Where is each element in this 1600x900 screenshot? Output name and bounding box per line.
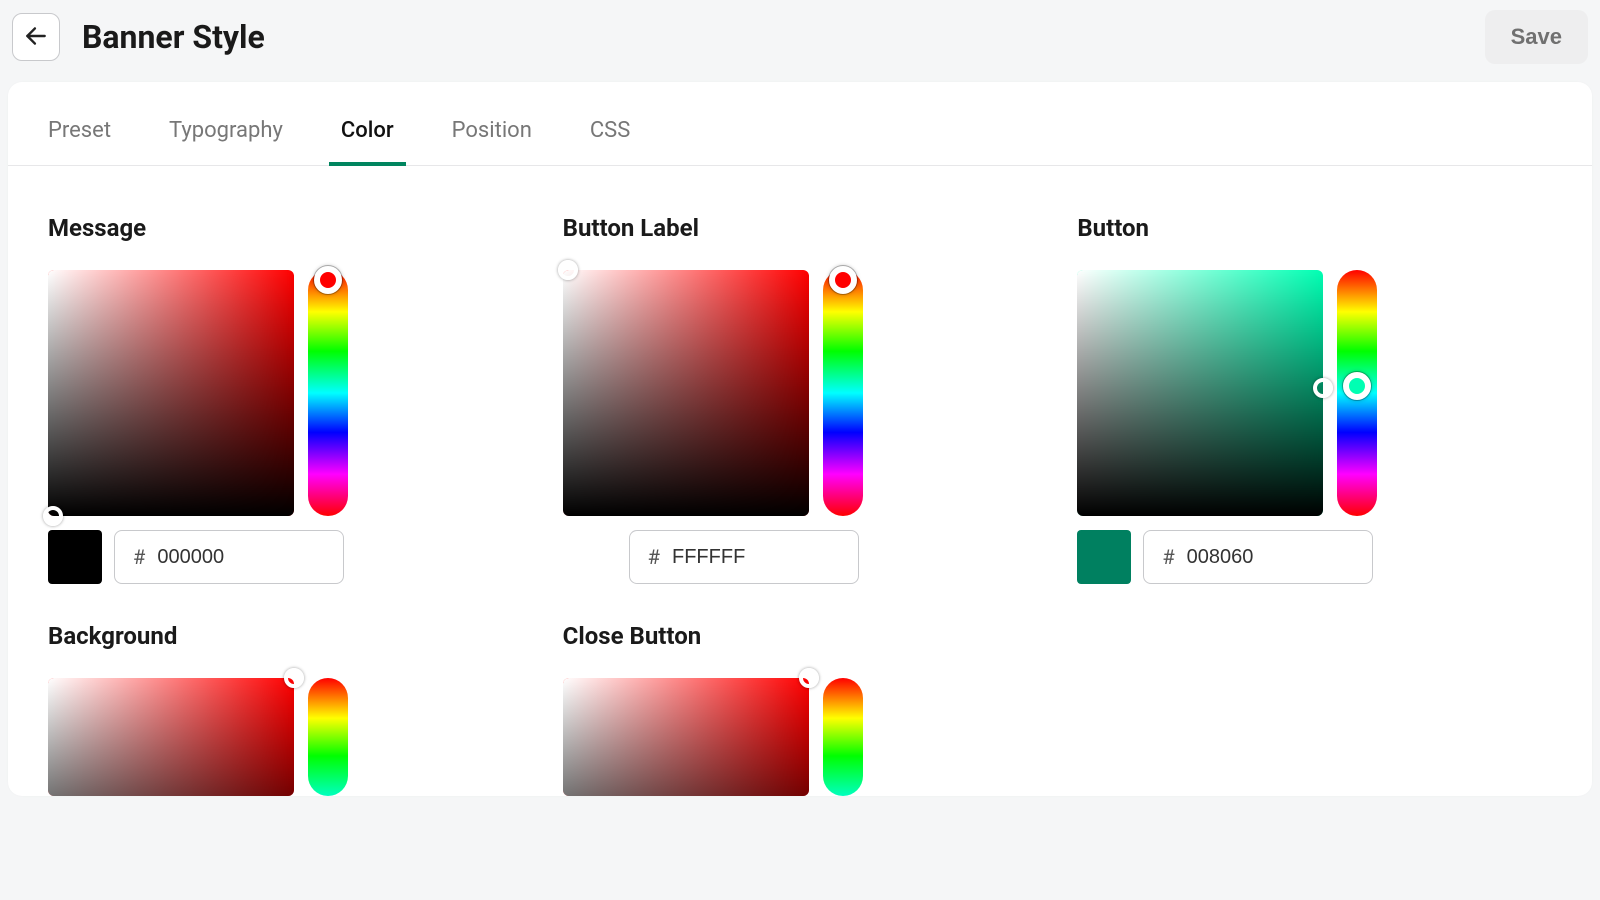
- color-picker-background: Background: [48, 622, 523, 796]
- hue-cursor[interactable]: [1343, 372, 1371, 400]
- arrow-left-icon: [23, 23, 49, 52]
- picker-label: Close Button: [563, 622, 1038, 650]
- sv-cursor[interactable]: [1313, 378, 1333, 398]
- saturation-value-area[interactable]: [48, 270, 294, 516]
- tab-typography[interactable]: Typography: [169, 118, 283, 165]
- saturation-value-area[interactable]: [1077, 270, 1323, 516]
- picker-label: Background: [48, 622, 523, 650]
- color-picker-close-button: Close Button: [563, 622, 1038, 796]
- page-title: Banner Style: [82, 18, 265, 56]
- hex-input[interactable]: [157, 546, 277, 569]
- color-picker-message: Message #: [48, 214, 523, 584]
- tab-color[interactable]: Color: [341, 118, 394, 165]
- page-header: Banner Style Save: [0, 0, 1600, 74]
- tabs: Preset Typography Color Position CSS: [8, 118, 1592, 166]
- hex-input[interactable]: [1187, 546, 1307, 569]
- color-picker-button: Button #: [1077, 214, 1552, 584]
- hex-field[interactable]: #: [114, 530, 344, 584]
- back-button[interactable]: [12, 13, 60, 61]
- hue-slider[interactable]: [1337, 270, 1377, 516]
- hex-field[interactable]: #: [1143, 530, 1373, 584]
- tab-preset[interactable]: Preset: [48, 118, 111, 165]
- hex-input[interactable]: [672, 546, 792, 569]
- hue-slider[interactable]: [308, 270, 348, 516]
- color-swatch: [48, 530, 102, 584]
- sv-cursor[interactable]: [799, 668, 819, 688]
- hue-cursor[interactable]: [829, 266, 857, 294]
- hue-slider[interactable]: [823, 678, 863, 796]
- color-picker-grid: Message # Button Label # Button # Background Cl…: [8, 166, 1592, 796]
- tab-position[interactable]: Position: [452, 118, 532, 165]
- sv-cursor[interactable]: [284, 668, 304, 688]
- hue-slider[interactable]: [823, 270, 863, 516]
- hue-slider[interactable]: [308, 678, 348, 796]
- picker-label: Button: [1077, 214, 1552, 242]
- sv-cursor[interactable]: [43, 506, 63, 526]
- color-picker-button-label: Button Label #: [563, 214, 1038, 584]
- color-swatch: [1077, 530, 1131, 584]
- sv-cursor[interactable]: [558, 260, 578, 280]
- hash-icon: #: [648, 545, 660, 569]
- saturation-value-area[interactable]: [48, 678, 294, 796]
- saturation-value-area[interactable]: [563, 270, 809, 516]
- picker-label: Button Label: [563, 214, 1038, 242]
- saturation-value-area[interactable]: [563, 678, 809, 796]
- save-button[interactable]: Save: [1485, 10, 1588, 64]
- hex-field[interactable]: #: [629, 530, 859, 584]
- tab-css[interactable]: CSS: [590, 118, 630, 165]
- picker-label: Message: [48, 214, 523, 242]
- hash-icon: #: [1162, 545, 1174, 569]
- settings-panel: Preset Typography Color Position CSS Message…: [8, 82, 1592, 796]
- hue-cursor[interactable]: [314, 266, 342, 294]
- hash-icon: #: [133, 545, 145, 569]
